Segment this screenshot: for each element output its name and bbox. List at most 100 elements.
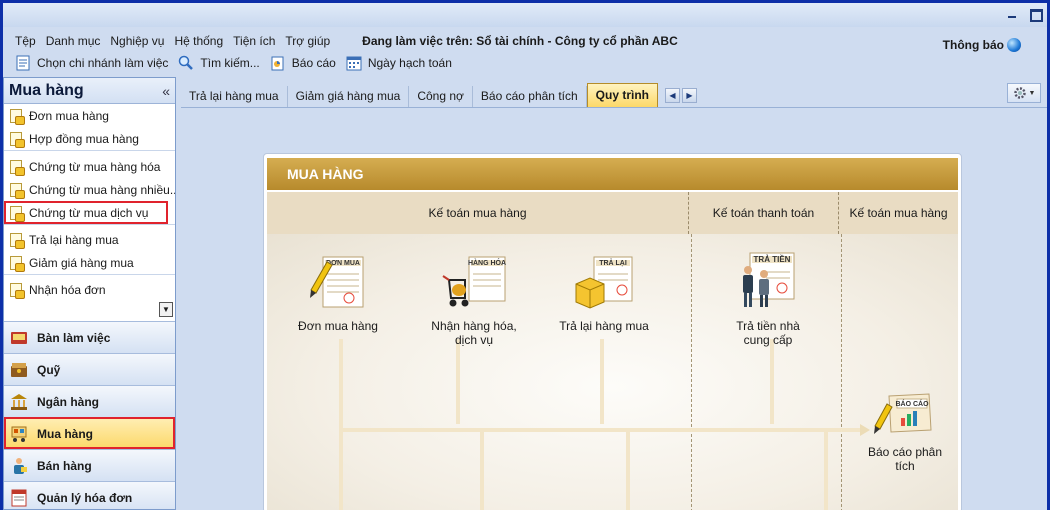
goods-cart-icon: HÀNG HÓA — [442, 256, 506, 307]
sidebar-item-multi-voucher[interactable]: Chứng từ mua hàng nhiều... — [4, 178, 175, 201]
sidebar-group: Chứng từ mua hàng hóa Chứng từ mua hàng … — [4, 151, 175, 225]
notification-button[interactable]: Thông báo — [943, 38, 1021, 52]
sidebar-item-label: Chứng từ mua hàng nhiều... — [29, 182, 176, 197]
choose-branch-label: Chọn chi nhánh làm việc — [37, 56, 169, 70]
tab-prev-icon[interactable]: ◀ — [665, 88, 680, 103]
module-label: Quản lý hóa đơn — [37, 490, 133, 505]
flow-line — [600, 339, 604, 424]
tab-process[interactable]: Quy trình — [586, 83, 659, 107]
document-icon — [10, 131, 25, 148]
tab-purchase-return[interactable]: Trả lại hàng mua — [181, 86, 288, 107]
app-window: Tệp Danh mục Nghiệp vụ Hệ thống Tiện ích… — [3, 3, 1047, 510]
sidebar-item-purchase-order[interactable]: Đơn mua hàng — [4, 104, 175, 127]
module-purchase[interactable]: Mua hàng — [4, 417, 175, 449]
sidebar-item-purchase-contract[interactable]: Hợp đồng mua hàng — [4, 127, 175, 150]
sidebar-header: Mua hàng « — [4, 78, 175, 104]
node-analysis-report[interactable]: BÁO CÁO Báo cáo phân tích — [860, 390, 950, 473]
document-icon — [10, 205, 25, 222]
menu-utilities[interactable]: Tiện ích — [233, 34, 275, 48]
sidebar-item-label: Đơn mua hàng — [29, 108, 109, 123]
return-badge: TRẢ LẠI — [599, 258, 627, 267]
document-icon — [10, 232, 25, 249]
branch-icon — [15, 55, 31, 71]
process-title: MUA HÀNG — [267, 158, 958, 190]
menu-system[interactable]: Hệ thống — [174, 34, 223, 48]
sidebar-group: Đơn mua hàng Hợp đồng mua hàng — [4, 104, 175, 151]
gear-icon — [1013, 87, 1026, 99]
sidebar-list: Đơn mua hàng Hợp đồng mua hàng Chứng từ … — [4, 104, 175, 319]
sidebar-item-purchase-return[interactable]: Trả lại hàng mua — [4, 228, 175, 251]
menu-catalog[interactable]: Danh mục — [46, 34, 101, 48]
tab-debt[interactable]: Công nợ — [409, 86, 473, 107]
scroll-down-icon[interactable]: ▼ — [159, 302, 173, 317]
document-icon — [10, 182, 25, 199]
cart-icon — [9, 424, 29, 444]
menu-file[interactable]: Tệp — [15, 34, 36, 48]
sidebar-item-receive-invoice[interactable]: Nhận hóa đơn — [4, 278, 175, 301]
node-label: Trả tiền nhà cung cấp — [718, 319, 818, 347]
choose-branch-button[interactable]: Chọn chi nhánh làm việc — [15, 55, 168, 71]
node-label: Nhận hàng hóa, dịch vụ — [414, 319, 534, 347]
module-label: Bán hàng — [37, 458, 92, 473]
menu-help[interactable]: Trợ giúp — [285, 34, 330, 48]
tab-analysis-report[interactable]: Báo cáo phân tích — [473, 86, 587, 107]
document-icon — [10, 282, 25, 299]
sidebar-item-purchase-discount[interactable]: Giảm giá hàng mua — [4, 251, 175, 274]
toolbar: Chọn chi nhánh làm việc Tìm kiếm... Báo … — [3, 53, 462, 73]
minimize-button[interactable] — [1005, 7, 1019, 21]
module-sales[interactable]: Bán hàng — [4, 449, 175, 481]
tab-bar: Trả lại hàng mua Giảm giá hàng mua Công … — [181, 83, 659, 107]
flow-line — [480, 432, 484, 510]
report-chart-icon: BÁO CÁO — [874, 393, 932, 434]
module-desktop[interactable]: Bàn làm việc — [4, 321, 175, 353]
menu-operations[interactable]: Nghiệp vụ — [110, 34, 164, 48]
payment-icon: TRẢ TIỀN — [743, 252, 795, 307]
node-purchase-order[interactable]: ĐƠN MUA Đơn mua hàng — [290, 254, 386, 333]
node-label: Báo cáo phân tích — [860, 445, 950, 473]
module-cash[interactable]: Quỹ — [4, 353, 175, 385]
search-label: Tìm kiếm... — [200, 56, 260, 70]
node-label-line: Nhận hàng hóa, — [431, 319, 517, 333]
flow-line — [456, 339, 460, 424]
report-button[interactable]: Báo cáo — [270, 55, 336, 71]
globe-icon — [1007, 38, 1021, 52]
menu-bar: Tệp Danh mục Nghiệp vụ Hệ thống Tiện ích… — [3, 31, 1047, 51]
node-label: Trả lại hàng mua — [559, 319, 649, 333]
settings-button[interactable]: ▼ — [1007, 83, 1041, 103]
sidebar-item-goods-voucher[interactable]: Chứng từ mua hàng hóa — [4, 155, 175, 178]
tab-next-icon[interactable]: ▶ — [682, 88, 697, 103]
column-purchase-accounting: Kế toán mua hàng — [428, 206, 527, 220]
post-date-button[interactable]: Ngày hạch toán — [346, 55, 452, 71]
gear-caret-icon: ▼ — [1028, 89, 1036, 97]
module-label: Quỹ — [37, 362, 61, 377]
working-on-label: Đang làm việc trên: Sổ tài chính - Công … — [362, 34, 678, 48]
sidebar-group: Nhận hóa đơn — [4, 275, 175, 301]
module-label: Bàn làm việc — [37, 330, 111, 345]
node-pay-supplier[interactable]: TRẢ TIỀN Trả tiền nhà cung cấp — [718, 250, 818, 347]
collapse-icon[interactable]: « — [162, 83, 170, 99]
column-purchase-accounting-2: Kế toán mua hàng — [838, 192, 958, 234]
sidebar-item-label: Hợp đồng mua hàng — [29, 131, 139, 146]
node-receive-goods[interactable]: HÀNG HÓA Nhận hàng hóa, dịch vụ — [414, 254, 534, 347]
flow-line — [341, 428, 821, 432]
sidebar-item-service-voucher[interactable]: Chứng từ mua dịch vụ — [4, 201, 168, 224]
cash-box-icon — [9, 360, 29, 380]
document-icon — [10, 108, 25, 125]
sidebar-group: Trả lại hàng mua Giảm giá hàng mua — [4, 225, 175, 275]
module-list: Bàn làm việc Quỹ Ngân hàng Mua hàng Bán … — [4, 321, 175, 509]
maximize-button[interactable] — [1029, 7, 1043, 21]
module-invoice[interactable]: Quản lý hóa đơn — [4, 481, 175, 509]
module-bank[interactable]: Ngân hàng — [4, 385, 175, 417]
search-button[interactable]: Tìm kiếm... — [178, 55, 260, 71]
node-purchase-return[interactable]: TRẢ LẠI Trả lại hàng mua — [548, 254, 660, 333]
flow-line — [770, 339, 774, 424]
tab-purchase-discount[interactable]: Giảm giá hàng mua — [288, 86, 410, 107]
title-bar — [3, 3, 1047, 27]
post-date-label: Ngày hạch toán — [367, 56, 452, 70]
flow-line — [824, 432, 828, 510]
sales-icon — [9, 456, 29, 476]
sidebar-item-label: Giảm giá hàng mua — [29, 255, 134, 270]
search-icon — [178, 55, 194, 71]
document-icon — [10, 255, 25, 272]
receive-badge: HÀNG HÓA — [468, 258, 506, 267]
